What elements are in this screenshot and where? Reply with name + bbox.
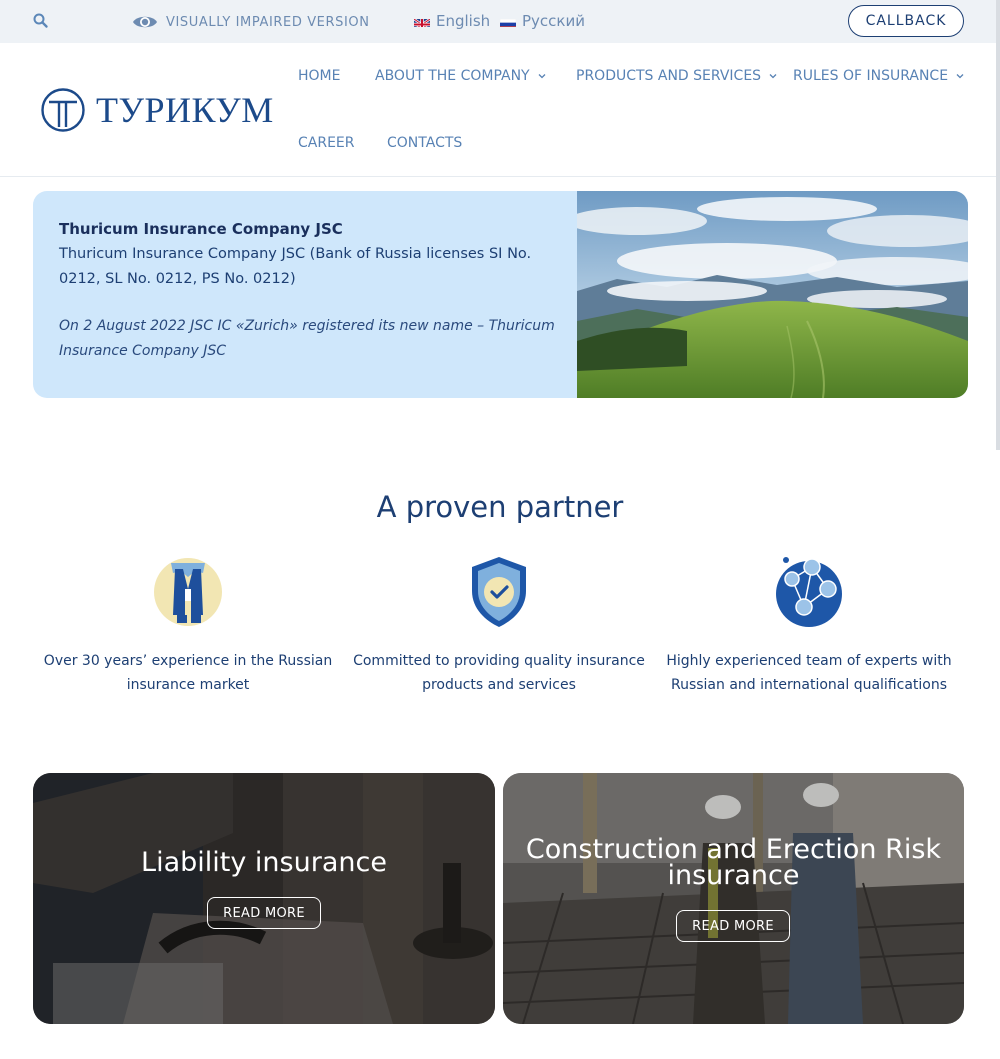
nav-products-services-label: PRODUCTS AND SERVICES — [576, 68, 762, 84]
nav-rules-insurance-label: RULES OF INSURANCE — [793, 68, 949, 84]
scrollbar[interactable] — [996, 0, 1000, 450]
search-icon[interactable] — [32, 12, 50, 30]
chevron-down-icon — [769, 74, 777, 79]
hero-description: Thuricum Insurance Company JSC (Bank of … — [59, 246, 532, 287]
callback-button[interactable]: CALLBACK — [848, 5, 964, 37]
hero-banner: Thuricum Insurance Company JSC Thuricum … — [33, 191, 968, 398]
feature-team-text: Highly experienced team of experts with … — [666, 653, 952, 693]
ru-flag-icon — [500, 16, 516, 27]
nav-contacts[interactable]: CONTACTS — [387, 135, 462, 151]
nav-career[interactable]: CAREER — [298, 135, 355, 151]
nav-products-services[interactable]: PRODUCTS AND SERVICES — [576, 68, 777, 84]
chevron-down-icon — [956, 74, 964, 79]
feature-quality: Committed to providing quality insurance… — [349, 555, 649, 697]
card-construction-insurance[interactable]: Construction and Erection Risk insurance… — [503, 773, 964, 1024]
feature-experience: Over 30 years’ experience in the Russian… — [38, 555, 338, 697]
language-russian[interactable]: Русский — [500, 12, 585, 30]
feature-team: Highly experienced team of experts with … — [659, 555, 959, 697]
nav-contacts-label: CONTACTS — [387, 135, 463, 151]
visually-impaired-label: VISUALLY IMPAIRED VERSION — [166, 14, 370, 30]
shield-check-icon — [472, 557, 526, 627]
language-english[interactable]: English — [414, 12, 490, 30]
experience-icon — [154, 558, 222, 626]
card-liability-title: Liability insurance — [141, 847, 387, 878]
nav-rules-insurance[interactable]: RULES OF INSURANCE — [793, 68, 964, 84]
language-english-label: English — [436, 12, 491, 30]
logo-mark-icon — [41, 88, 85, 132]
read-more-button[interactable]: READ MORE — [676, 910, 790, 942]
section-title: A proven partner — [376, 490, 624, 524]
nav-home[interactable]: HOME — [298, 68, 340, 84]
nav-about-company[interactable]: ABOUT THE COMPANY — [375, 68, 546, 84]
eye-icon — [133, 16, 157, 28]
logo-text: ТУРИКУМ — [96, 90, 274, 130]
nav-career-label: CAREER — [298, 135, 355, 151]
chevron-down-icon — [538, 74, 546, 79]
feature-quality-text: Committed to providing quality insurance… — [353, 653, 645, 693]
site-header: ТУРИКУМ HOME ABOUT THE COMPANY PRODUCTS … — [0, 43, 1000, 177]
hero-note: On 2 August 2022 JSC IC «Zurich» registe… — [59, 318, 555, 359]
hero-title: Thuricum Insurance Company JSC — [59, 220, 343, 238]
hero-text: Thuricum Insurance Company JSC Thuricum … — [59, 219, 559, 364]
nav-home-label: HOME — [298, 68, 341, 84]
card-construction-title: Construction and Erection Risk insurance — [525, 834, 942, 891]
team-network-icon — [776, 557, 842, 627]
visually-impaired-link[interactable]: VISUALLY IMPAIRED VERSION — [132, 11, 370, 33]
top-bar: VISUALLY IMPAIRED VERSION English Русски — [0, 0, 1000, 43]
construction-background-image — [503, 773, 964, 1024]
feature-experience-text: Over 30 years’ experience in the Russian… — [43, 653, 333, 693]
mountain-landscape-image — [577, 191, 968, 398]
nav-about-company-label: ABOUT THE COMPANY — [375, 68, 530, 84]
read-more-button[interactable]: READ MORE — [207, 897, 321, 929]
card-liability-insurance[interactable]: Liability insurance READ MORE — [33, 773, 495, 1024]
language-russian-label: Русский — [522, 12, 585, 30]
company-logo[interactable]: ТУРИКУМ — [40, 87, 274, 133]
uk-flag-icon — [414, 16, 430, 27]
